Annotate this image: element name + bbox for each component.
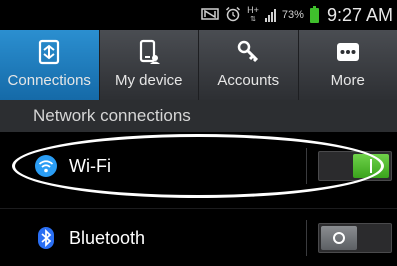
network-type-label: H+: [247, 5, 259, 15]
device-icon: [134, 38, 164, 66]
tab-more[interactable]: More: [299, 30, 397, 100]
tab-connections[interactable]: Connections: [0, 30, 100, 100]
row-separator: [0, 208, 397, 209]
wifi-setting-row[interactable]: Wi-Fi: [0, 138, 397, 194]
section-header: Network connections: [0, 100, 397, 132]
battery-icon: [309, 5, 319, 23]
key-icon: [233, 38, 263, 66]
tab-accounts-label: Accounts: [217, 72, 280, 89]
toggle-knob: [353, 154, 389, 178]
tab-connections-label: Connections: [7, 72, 91, 89]
signal-icon: [264, 8, 276, 22]
alarm-icon: [225, 6, 241, 25]
toggle-knob: [321, 226, 357, 250]
wifi-icon: [34, 154, 58, 178]
tab-my-device[interactable]: My device: [100, 30, 199, 100]
bluetooth-toggle[interactable]: [318, 223, 392, 253]
tab-more-label: More: [330, 72, 365, 89]
tab-accounts[interactable]: Accounts: [199, 30, 299, 100]
battery-percent: 73%: [281, 9, 304, 21]
wifi-toggle[interactable]: [318, 151, 392, 181]
clock: 9:27 AM: [326, 4, 393, 25]
status-bar: H+ ⇅ 73% 9:27 AM: [0, 0, 397, 30]
network-type-icon: H+ ⇅: [247, 5, 259, 24]
row-divider: [306, 148, 307, 184]
row-divider: [306, 220, 307, 256]
nfc-icon: [201, 7, 219, 24]
bluetooth-icon: [34, 226, 58, 250]
settings-tab-bar: Connections My device Accounts More: [0, 30, 397, 100]
more-icon: [333, 38, 363, 66]
bluetooth-setting-row[interactable]: Bluetooth: [0, 210, 397, 266]
tab-my-device-label: My device: [114, 72, 183, 89]
connections-icon: [34, 38, 64, 66]
